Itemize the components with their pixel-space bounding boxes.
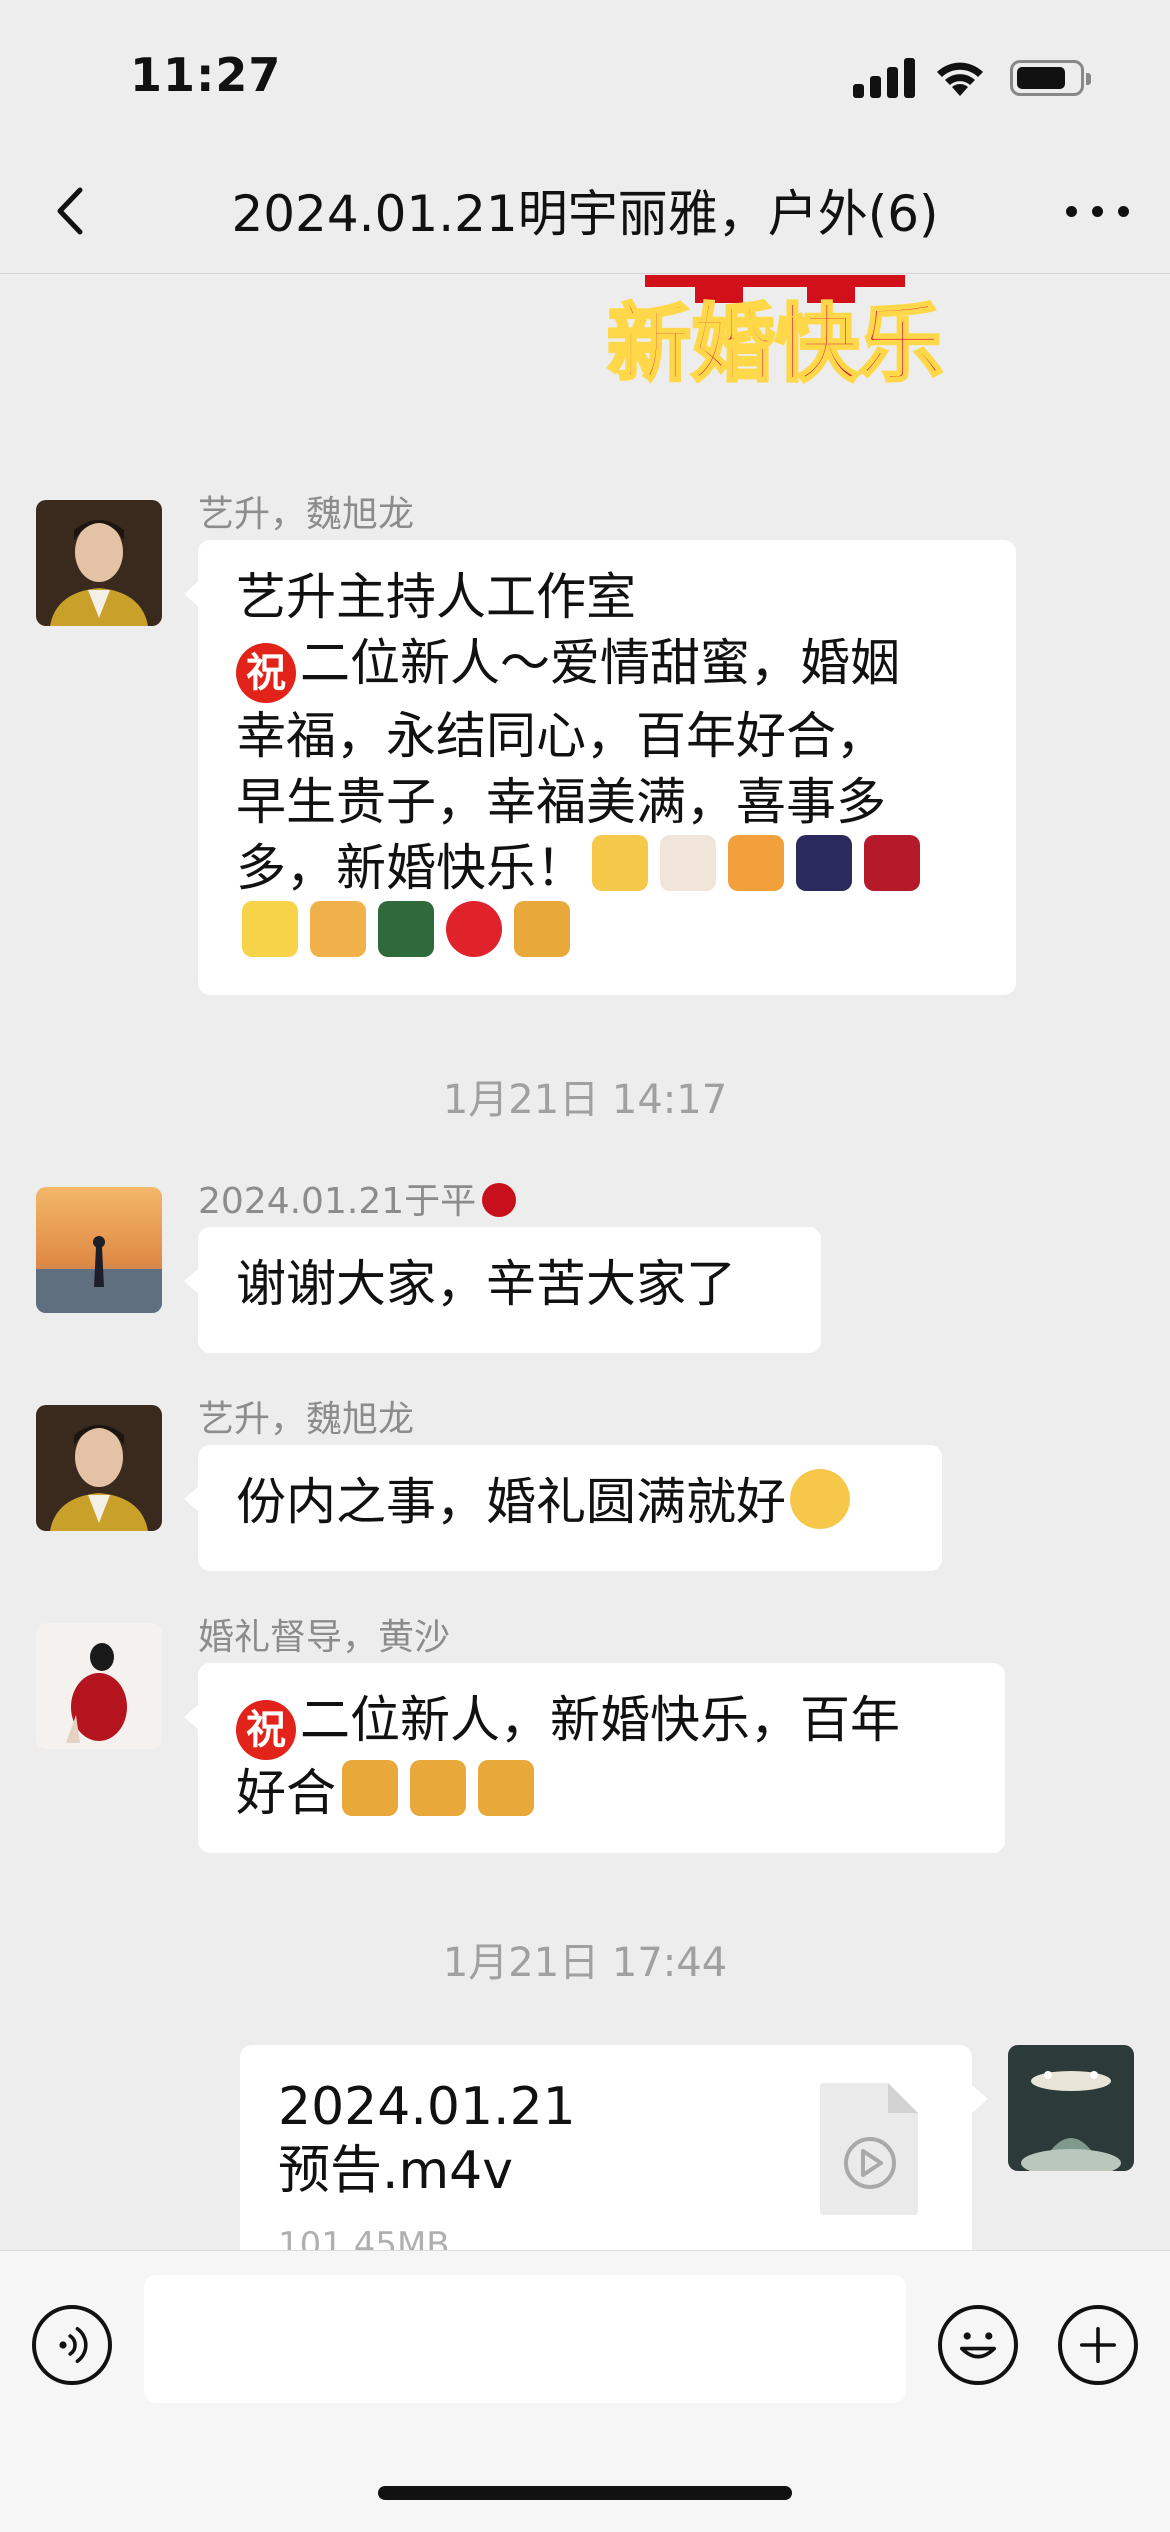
bride-emoji-icon: [660, 835, 716, 891]
chat-header: 2024.01.21明宇丽雅，户外(6): [0, 150, 1170, 274]
message-bubble[interactable]: 祝二位新人，新婚快乐，百年 好合: [184, 1663, 1005, 1853]
sender-name: 2024.01.21于平: [198, 1172, 517, 1224]
file-message-bubble[interactable]: 2024.01.21 预告.m4v 101.45MB: [240, 2045, 988, 2250]
wine-emoji-icon: [864, 835, 920, 891]
message-line: 多，新婚快乐！: [236, 839, 586, 897]
message-bubble[interactable]: 谢谢大家，辛苦大家了: [184, 1227, 821, 1353]
cellular-signal-icon: [853, 58, 915, 98]
rose-emoji-icon: [482, 1183, 517, 1217]
my-avatar[interactable]: [1008, 2045, 1134, 2171]
avatar[interactable]: [36, 1623, 162, 1749]
champagne-emoji-icon: [378, 901, 434, 957]
party-popper-emoji-icon: [478, 1760, 534, 1816]
file-size: 101.45MB: [278, 2225, 450, 2250]
message-line: 早生贵子，幸福美满，喜事多: [236, 773, 886, 831]
party-popper-emoji-icon: [514, 901, 570, 957]
voice-icon[interactable]: [32, 2305, 112, 2385]
sparkles-emoji-icon: [242, 901, 298, 957]
confetti-ball-emoji-icon: [310, 901, 366, 957]
zhu-badge-icon: 祝: [236, 1700, 296, 1760]
message-bubble[interactable]: 份内之事，婚礼圆满就好: [184, 1445, 942, 1571]
prince-emoji-icon: [592, 835, 648, 891]
zhu-badge-icon: 祝: [236, 643, 296, 703]
message-line: 艺升主持人工作室: [236, 568, 636, 626]
message-line: 二位新人～爱情甜蜜，婚姻: [300, 634, 900, 692]
status-time: 11:27: [130, 48, 282, 102]
message-line: 好合: [236, 1764, 336, 1822]
emoji-icon[interactable]: [938, 2305, 1018, 2385]
avatar[interactable]: [36, 1405, 162, 1531]
avatar[interactable]: [36, 1187, 162, 1313]
wifi-icon: [937, 62, 983, 96]
plus-icon[interactable]: [1058, 2305, 1138, 2385]
avatar[interactable]: [36, 500, 162, 626]
file-name: 2024.01.21 预告.m4v: [278, 2077, 576, 2201]
chat-title: 2024.01.21明宇丽雅，户外(6): [231, 185, 939, 243]
sender-name: 艺升，魏旭龙: [198, 1399, 415, 1440]
balloon-emoji-icon: [446, 901, 502, 957]
home-indicator[interactable]: [378, 2486, 792, 2500]
wedding-sticker[interactable]: 新婚快乐: [575, 275, 975, 415]
video-file-icon: [820, 2083, 918, 2215]
sender-name: 艺升，魏旭龙: [198, 494, 415, 535]
message-bubble[interactable]: 艺升主持人工作室 祝二位新人～爱情甜蜜，婚姻 幸福，永结同心，百年好合， 早生贵…: [184, 540, 1016, 995]
bouquet-emoji-icon: [728, 835, 784, 891]
sender-name: 婚礼督导，黄沙: [198, 1617, 451, 1658]
message-timestamp: 1月21日 14:17: [442, 1077, 728, 1123]
back-icon[interactable]: [40, 176, 100, 246]
more-icon[interactable]: [1062, 180, 1132, 240]
smile-emoji-icon: [790, 1469, 850, 1529]
fireworks-emoji-icon: [796, 835, 852, 891]
message-list[interactable]: 新婚快乐 艺升，魏旭龙 艺升主持人工作室 祝二位新人～爱情甜蜜，婚姻 幸福，永结…: [0, 275, 1170, 2250]
status-bar: 11:27: [0, 0, 1170, 150]
battery-icon: [1010, 60, 1091, 96]
message-input[interactable]: [144, 2275, 906, 2403]
message-timestamp: 1月21日 17:44: [442, 1940, 728, 1986]
party-popper-emoji-icon: [410, 1760, 466, 1816]
party-popper-emoji-icon: [342, 1760, 398, 1816]
sticker-text: 新婚快乐: [607, 295, 943, 393]
message-text: 份内之事，婚礼圆满就好: [236, 1473, 786, 1531]
message-line: 二位新人，新婚快乐，百年: [300, 1691, 900, 1749]
message-line: 幸福，永结同心，百年好合，: [236, 707, 886, 765]
message-text: 谢谢大家，辛苦大家了: [236, 1255, 736, 1313]
